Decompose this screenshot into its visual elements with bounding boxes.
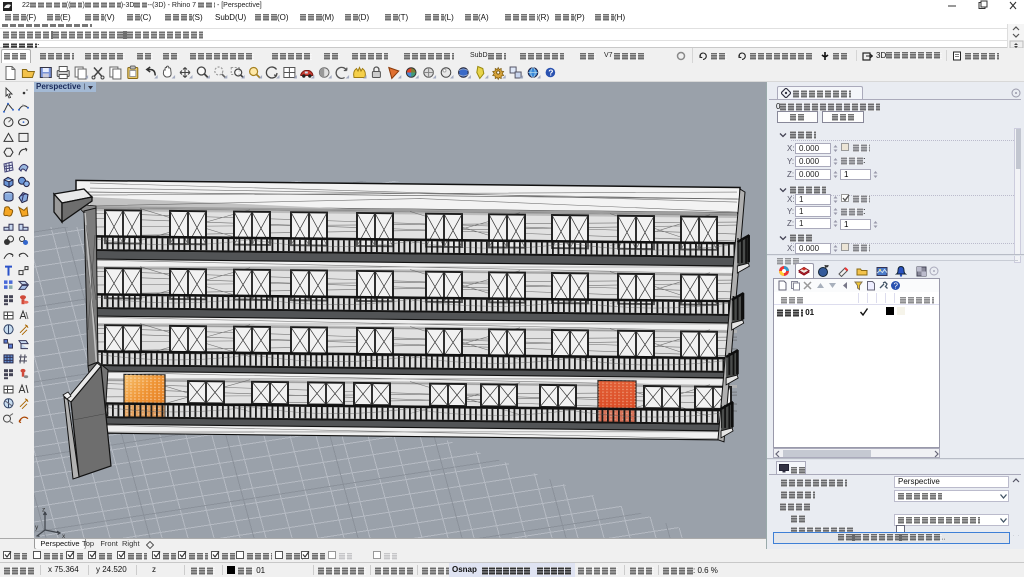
svg-text:?: ? — [548, 68, 553, 78]
svg-text:y: y — [35, 524, 39, 531]
svg-text:?: ? — [894, 282, 899, 291]
svg-text:z: z — [42, 507, 45, 514]
